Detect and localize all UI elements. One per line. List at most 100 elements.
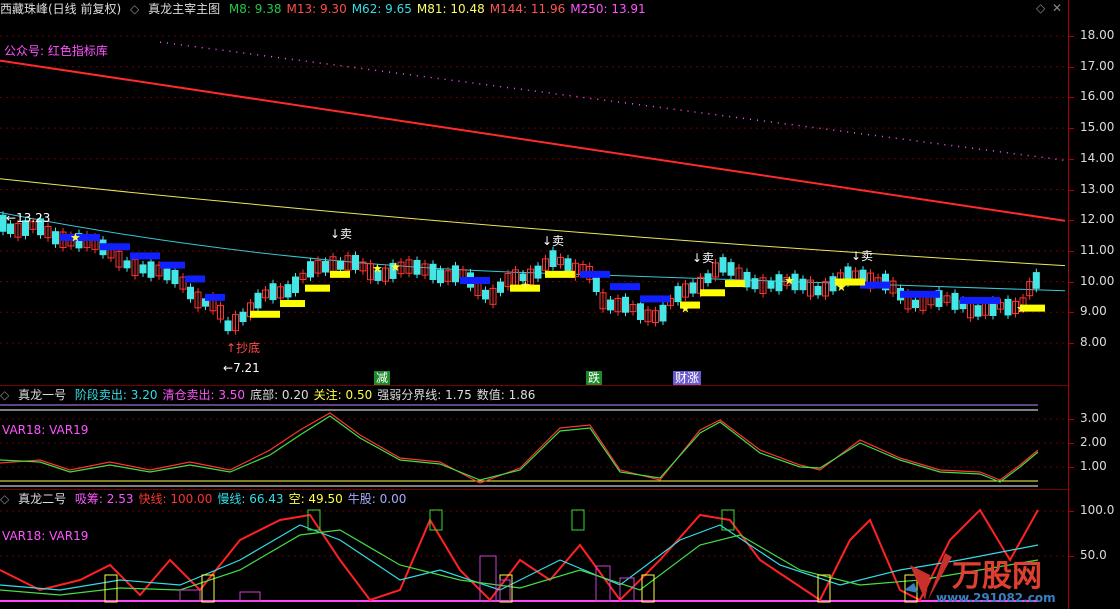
candle-body <box>437 269 444 284</box>
dragon-band <box>100 243 130 251</box>
candle-body <box>689 282 697 294</box>
high-price-label: ←13.23 <box>6 211 51 225</box>
panel2-item-4: 牛股: 0.00 <box>347 492 407 506</box>
ma-label-4: M144: 11.96 <box>489 2 566 16</box>
candle-body <box>139 264 147 274</box>
candle-body <box>269 283 277 301</box>
dragon-band <box>130 252 160 260</box>
panel2-fast-line <box>0 508 1039 602</box>
main-tick-10: 8.00 <box>1080 335 1107 349</box>
dragon-band <box>960 296 1000 304</box>
indicator-title: 真龙主宰主图 <box>148 2 221 16</box>
panel1-item-2: 底部: 0.20 <box>250 388 309 402</box>
candle-body <box>549 250 557 268</box>
candle-body <box>52 231 59 245</box>
low-price-label: ←7.21 <box>223 361 260 375</box>
candle-body <box>337 260 344 270</box>
panel2-tick-0: 100.0 <box>1080 503 1115 517</box>
watermark: 万股网 www.291082.com <box>900 545 1068 609</box>
main-tick-3: 15.00 <box>1080 120 1115 135</box>
ma-label-1: M13: 9.30 <box>286 2 347 16</box>
ma-label-2: M62: 9.65 <box>351 2 412 16</box>
main-tick-2: 16.00 <box>1080 89 1115 104</box>
signal-star: ★ <box>680 301 691 315</box>
main-tick-4: 14.00 <box>1080 150 1115 165</box>
candle-body <box>147 261 155 278</box>
candle-body <box>912 299 919 309</box>
candle-body <box>187 286 194 300</box>
panel1-item-3: 关注: 0.50 <box>313 388 373 402</box>
sell-signal-4: ↓卖 <box>851 249 874 263</box>
candle-body <box>637 303 644 320</box>
candle-body <box>322 260 329 273</box>
signal-star: ★ <box>70 231 81 245</box>
candle-body <box>352 254 359 270</box>
panel2-item-3: 空: 49.50 <box>288 492 343 506</box>
panel2-title: 真龙二号 <box>18 492 67 506</box>
panel1-var-label: VAR18: VAR19 <box>2 423 89 437</box>
candle-body <box>482 289 489 300</box>
candle-body <box>767 280 775 289</box>
ma250-line <box>159 41 1066 162</box>
dragon-band <box>580 270 610 278</box>
sell-signal-2: ↓卖 <box>542 234 565 248</box>
dragon-band <box>185 275 205 283</box>
chart-window[interactable]: ★ ★ ★ ★ ★ ★ ★ ★ 西藏珠峰(日线 前复权) ◇ 真龙主宰主图 M8: 9.38 M… <box>0 0 1120 609</box>
main-tick-1: 17.00 <box>1080 58 1115 73</box>
candle-body <box>674 286 682 303</box>
candle-body <box>751 278 759 290</box>
main-header: 西藏珠峰(日线 前复权) ◇ 真龙主宰主图 M8: 9.38 M13: 9.30 M… <box>0 0 656 18</box>
dragon-band <box>330 270 350 278</box>
dragon-band <box>610 283 640 291</box>
panel2-item-0: 吸筹: 2.53 <box>74 492 134 506</box>
dragon-band <box>460 276 490 284</box>
close-icon[interactable]: ✕ <box>1052 1 1062 15</box>
candle-body <box>452 265 459 283</box>
main-tick-8: 10.00 <box>1080 273 1115 288</box>
ma-label-0: M8: 9.38 <box>228 2 282 16</box>
watermark-brand: 万股网 <box>952 559 1042 594</box>
main-tick-5: 13.00 <box>1080 181 1115 196</box>
panel1-tick-2: 1.00 <box>1080 459 1107 473</box>
candle-body <box>239 311 247 323</box>
panel1-title: 真龙一号 <box>18 388 67 402</box>
candle-body <box>284 284 292 298</box>
panel2-accum-bar <box>239 591 261 602</box>
tag-jian: 减 <box>374 371 391 385</box>
panel2-item-1: 快线: 100.00 <box>138 492 213 506</box>
candle-body <box>171 270 179 285</box>
candle-body <box>814 285 822 296</box>
sell-signal-3: ↓卖 <box>692 251 715 265</box>
panel2-tick-1: 50.0 <box>1080 548 1107 562</box>
candle-body <box>1032 272 1040 289</box>
candle-body <box>592 275 600 293</box>
candle-body <box>123 260 131 269</box>
candle-body <box>719 257 727 273</box>
bottom-signal-label: ↑抄底 <box>226 341 261 355</box>
main-chart[interactable]: ★ ★ ★ ★ ★ ★ ★ ★ <box>0 0 1068 609</box>
ma62-line <box>0 212 1066 292</box>
candle-body <box>799 278 807 291</box>
candle-body <box>224 320 232 332</box>
dragon-band <box>900 290 940 298</box>
panel2-diamond-icon[interactable]: ◇ <box>0 492 9 506</box>
gzh-label: 公众号: 红色指标库 <box>4 44 108 58</box>
stock-title: 西藏珠峰(日线 前复权) <box>0 2 122 16</box>
panel1-item-5: 数值: 1.86 <box>476 388 536 402</box>
panel2-accum-bar <box>179 589 201 602</box>
dragon-band <box>700 289 725 297</box>
expand-icon[interactable]: ◇ <box>130 2 139 16</box>
dragon-band <box>640 295 670 303</box>
panel2-legend: 吸筹: 2.53 快线: 100.00 慢线: 66.43 空: 49.50 牛股: 0… <box>75 492 411 506</box>
panel1-diamond-icon[interactable]: ◇ <box>0 388 9 402</box>
candle-body <box>659 304 667 322</box>
candle-body <box>7 223 14 234</box>
candle-body <box>307 261 314 278</box>
sell-signal-1: ↓卖 <box>330 227 353 241</box>
panel2-sell-box <box>429 509 443 531</box>
dragon-band <box>305 284 330 292</box>
settings-diamond-icon[interactable]: ◇ <box>1036 1 1045 15</box>
signal-star: ★ <box>784 274 795 288</box>
candle-body <box>1004 298 1012 316</box>
candle-body <box>429 263 437 281</box>
